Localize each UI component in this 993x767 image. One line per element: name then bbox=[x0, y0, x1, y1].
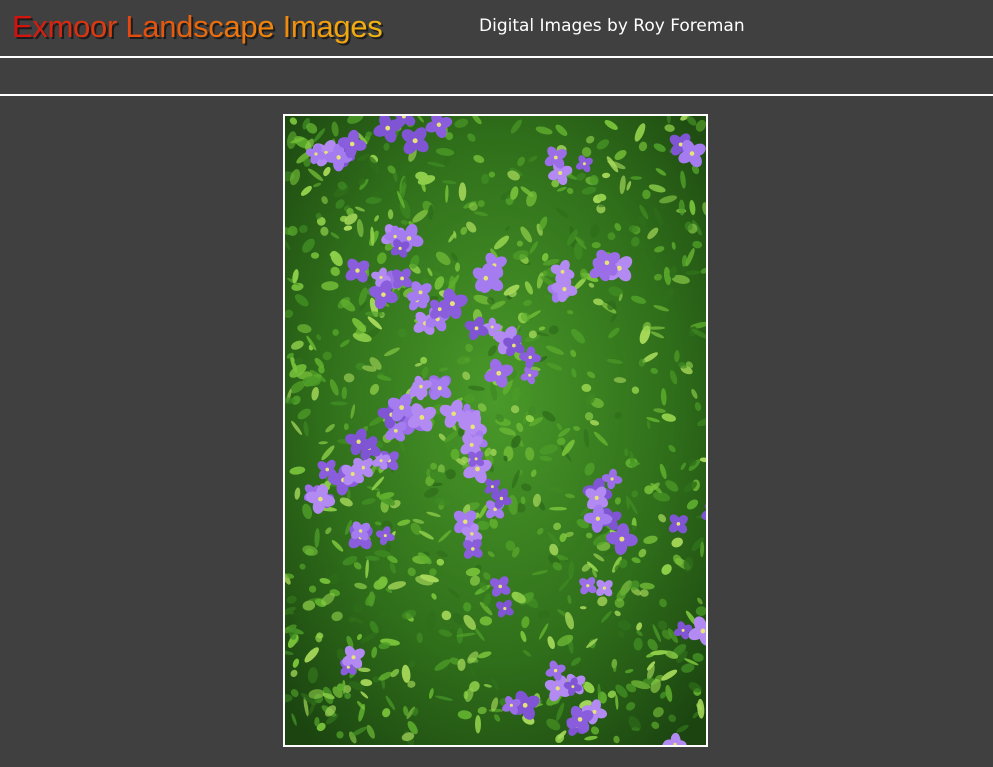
site-title[interactable]: Exmoor Landscape Images bbox=[12, 9, 383, 45]
navigation-bar bbox=[0, 60, 993, 96]
photo-frame[interactable] bbox=[283, 114, 708, 747]
flower-photo bbox=[285, 116, 706, 745]
site-tagline: Digital Images by Roy Foreman bbox=[479, 16, 745, 36]
site-header: Exmoor Landscape Images Exmoor Landscape… bbox=[0, 0, 993, 58]
